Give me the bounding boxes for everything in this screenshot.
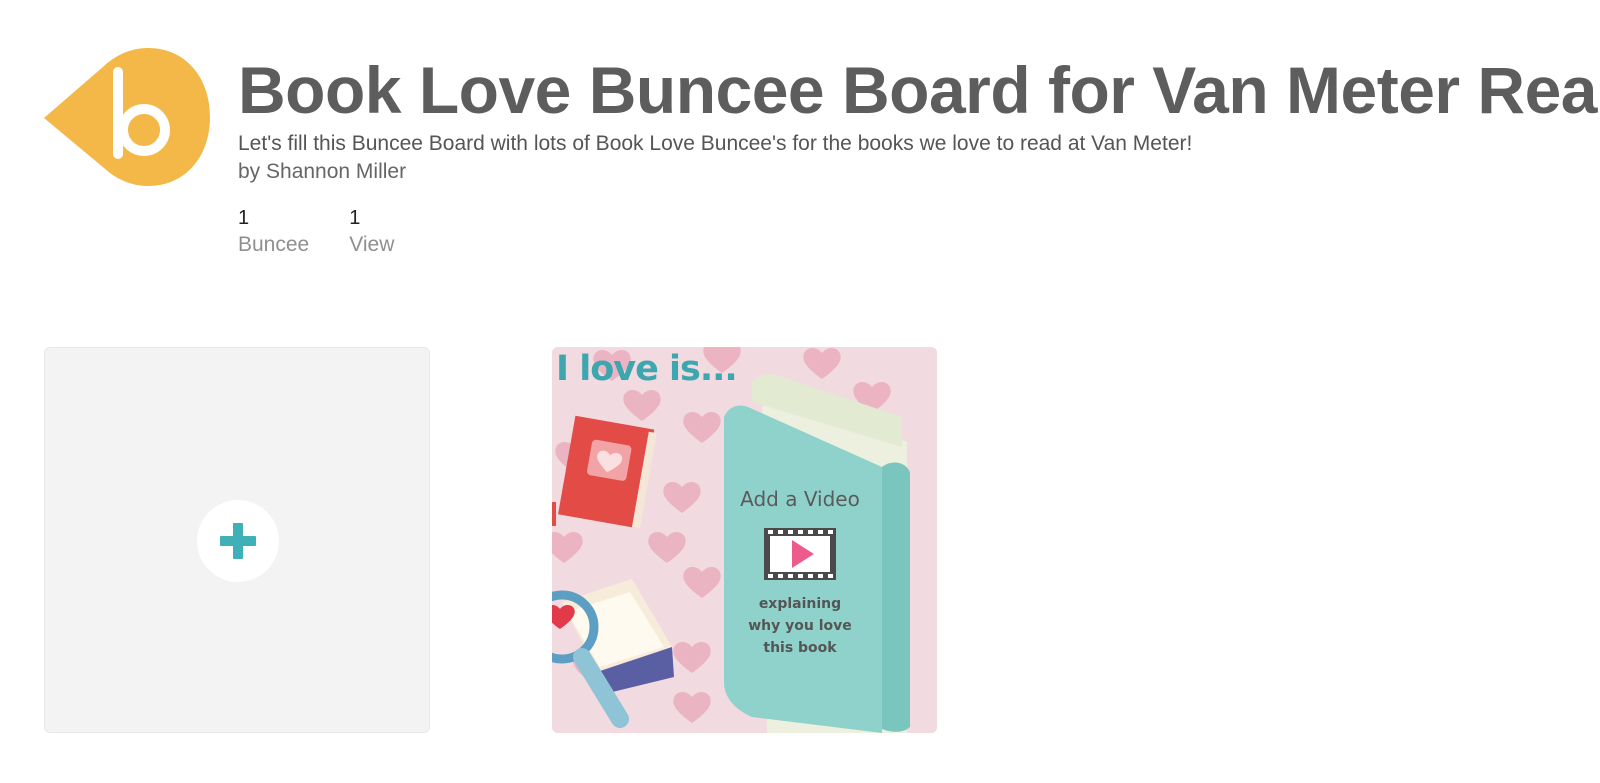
board-description: Let's fill this Buncee Board with lots o… — [238, 132, 1193, 155]
buncee-card-caption: explaining why you love this book — [730, 593, 870, 659]
buncee-card-video-title: Add a Video — [740, 487, 860, 511]
buncee-count-label: Buncee — [238, 233, 310, 256]
board-author: by Shannon Miller — [238, 160, 407, 183]
buncee-logo[interactable] — [40, 44, 216, 190]
caption-line: why you love — [748, 618, 852, 634]
stat-buncees: 1 Buncee — [238, 206, 309, 260]
board-title: Book Love Buncee Board for Van Meter Rea — [238, 53, 1598, 127]
buncee-count: 1 — [238, 207, 250, 229]
caption-line: this book — [763, 640, 837, 656]
add-buncee-button[interactable] — [197, 500, 279, 582]
caption-line: explaining — [758, 596, 842, 612]
video-play-icon — [764, 528, 836, 580]
buncee-thumbnail-art — [552, 347, 937, 733]
board-stats: 1 Buncee 1 View — [238, 206, 394, 260]
stat-views: 1 View — [349, 206, 394, 260]
view-count: 1 — [349, 207, 361, 229]
buncee-thumbnail-card[interactable]: I love is... Add a Video explaining why … — [552, 347, 937, 733]
plus-icon — [220, 523, 256, 559]
buncee-card-heading: I love is... — [556, 349, 738, 389]
add-buncee-card[interactable] — [44, 347, 430, 733]
view-count-label: View — [349, 233, 395, 256]
